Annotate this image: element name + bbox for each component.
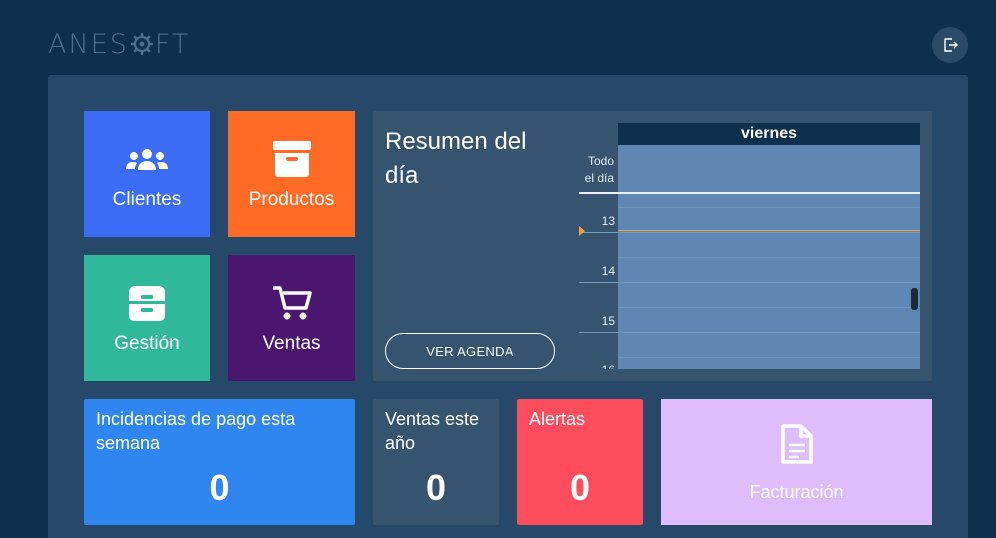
- slot-line: [579, 332, 920, 333]
- tile-gestion[interactable]: Gestión: [84, 255, 210, 381]
- slot-line: [579, 282, 920, 283]
- document-icon: [780, 423, 813, 464]
- logout-button[interactable]: [932, 27, 968, 63]
- stat-ventas-value: 0: [425, 467, 447, 508]
- dashboard-panel: Clientes Productos Gestión Ventas Resume…: [48, 75, 968, 538]
- allday-label: Todo el día: [579, 153, 618, 187]
- logo-text-right: FT: [154, 28, 191, 60]
- hour-label-14: 14: [601, 264, 615, 278]
- hour-label-16: 16: [579, 363, 615, 369]
- stat-ventas-anio[interactable]: Ventas este año 0: [373, 399, 499, 525]
- logo-text-mid: ES: [90, 28, 129, 60]
- tile-facturacion[interactable]: Facturación: [661, 399, 932, 525]
- inbox-tray-icon: [129, 286, 165, 321]
- slot-line: [618, 207, 920, 208]
- allday-label-line2: el día: [584, 171, 614, 185]
- logout-icon: [944, 38, 958, 52]
- tile-productos[interactable]: Productos: [228, 111, 355, 237]
- stat-incidencias-label: Incidencias de pago esta semana: [96, 409, 296, 453]
- users-icon: [126, 149, 168, 170]
- stat-ventas-label: Ventas este año: [385, 409, 480, 453]
- stat-incidencias-pago[interactable]: Incidencias de pago esta semana 0: [84, 399, 355, 525]
- stat-incidencias-value: 0: [209, 467, 230, 508]
- tile-clientes-label: Clientes: [112, 189, 182, 210]
- allday-divider: [579, 192, 920, 194]
- now-indicator-line: [618, 230, 920, 231]
- now-indicator-arrow: [579, 226, 585, 236]
- logo-text-left: AN: [48, 28, 91, 60]
- slot-line: [618, 357, 920, 358]
- slot-line: [618, 257, 920, 258]
- stat-alertas-value: 0: [569, 467, 591, 508]
- tile-productos-label: Productos: [248, 189, 335, 210]
- archive-box-icon: [272, 141, 311, 177]
- slot-line: [579, 232, 920, 233]
- tile-ventas[interactable]: Ventas: [228, 255, 355, 381]
- ver-agenda-button[interactable]: VER AGENDA: [385, 333, 555, 369]
- allday-label-line1: Todo: [587, 154, 614, 168]
- gear-icon: [130, 33, 153, 55]
- stat-alertas[interactable]: Alertas 0: [517, 399, 643, 525]
- tile-facturacion-label: Facturación: [749, 481, 844, 502]
- app-logo: AN ES FT: [48, 28, 190, 60]
- tile-clientes[interactable]: Clientes: [84, 111, 210, 237]
- calendar-scrollbar[interactable]: [911, 288, 918, 310]
- tile-ventas-label: Ventas: [262, 333, 321, 354]
- day-calendar[interactable]: viernes Todo el día 13 14 15 16: [579, 123, 920, 369]
- resumen-title: Resumen del día: [385, 128, 527, 189]
- shopping-cart-icon: [272, 286, 312, 320]
- resumen-del-dia-card: Resumen del día VER AGENDA viernes Todo …: [373, 111, 932, 381]
- tile-gestion-label: Gestión: [114, 333, 180, 354]
- calendar-day-header: viernes: [618, 123, 920, 145]
- slot-line: [618, 307, 920, 308]
- stat-alertas-label: Alertas: [529, 409, 586, 429]
- hour-label-15: 15: [601, 314, 615, 328]
